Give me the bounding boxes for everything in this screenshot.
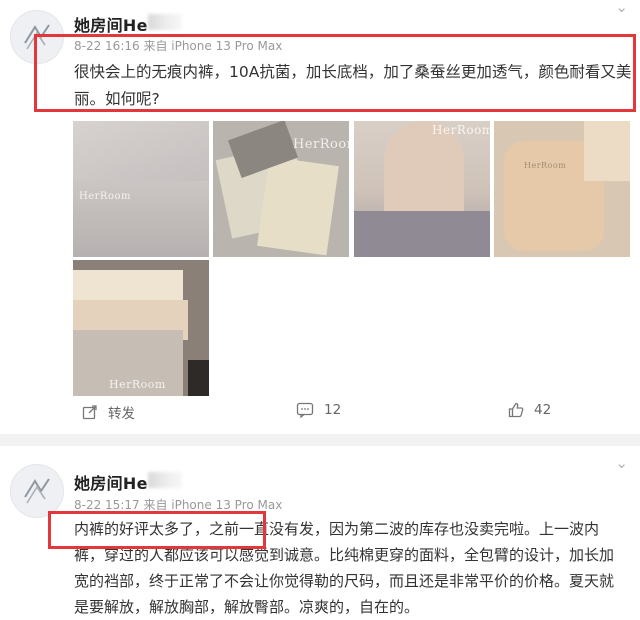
repost-label: 转发	[108, 406, 135, 422]
redacted-name-blur	[148, 14, 182, 30]
post-text-line: 是要解放，解放胸部，解放臀部。凉爽的，自在的。	[74, 598, 420, 616]
fabric-photo[interactable]: HerRoom	[73, 121, 209, 257]
author-name[interactable]: 她房间He	[74, 12, 148, 36]
redacted-name-blur	[148, 472, 182, 488]
like-button[interactable]: 42	[508, 402, 551, 418]
folded-fabric-photo[interactable]: HerRoom	[213, 121, 349, 257]
highlight-box	[34, 34, 636, 112]
highlight-box	[48, 511, 266, 549]
watermark: HerRoom	[79, 191, 131, 202]
model-photo[interactable]: HerRoom	[354, 121, 490, 257]
flatlay-photo[interactable]: HerRoom	[494, 121, 630, 257]
share-icon	[82, 405, 97, 420]
post-divider	[0, 434, 640, 446]
post-card-2: 她房间He 8-22 15:17 来自 iPhone 13 Pro Max ⌄ …	[0, 446, 640, 616]
avatar-logo-icon	[11, 465, 63, 517]
post-card-1: 她房间He 8-22 16:16 来自 iPhone 13 Pro Max ⌄ …	[0, 0, 640, 434]
author-name[interactable]: 她房间He	[74, 470, 148, 494]
chevron-down-icon[interactable]: ⌄	[615, 454, 628, 472]
comment-count: 12	[324, 402, 342, 418]
watermark: HerRoom	[524, 161, 567, 170]
thumbs-up-icon	[508, 402, 524, 418]
post-text-line: 宽的裆部，终于正常了不会让你觉得勒的尺码，而且还是非常平价的价格。夏天就	[74, 572, 615, 590]
avatar[interactable]	[10, 464, 64, 518]
chevron-down-icon[interactable]: ⌄	[615, 0, 628, 16]
comment-icon	[296, 402, 314, 418]
like-count: 42	[534, 402, 552, 418]
comment-button[interactable]: 12	[296, 402, 341, 418]
watermark: HerRoom	[293, 137, 349, 152]
stacked-underwear-photo[interactable]: HerRoom	[73, 260, 209, 396]
watermark: HerRoom	[432, 123, 490, 137]
watermark: HerRoom	[109, 378, 166, 391]
repost-button[interactable]: 转发	[82, 402, 135, 422]
